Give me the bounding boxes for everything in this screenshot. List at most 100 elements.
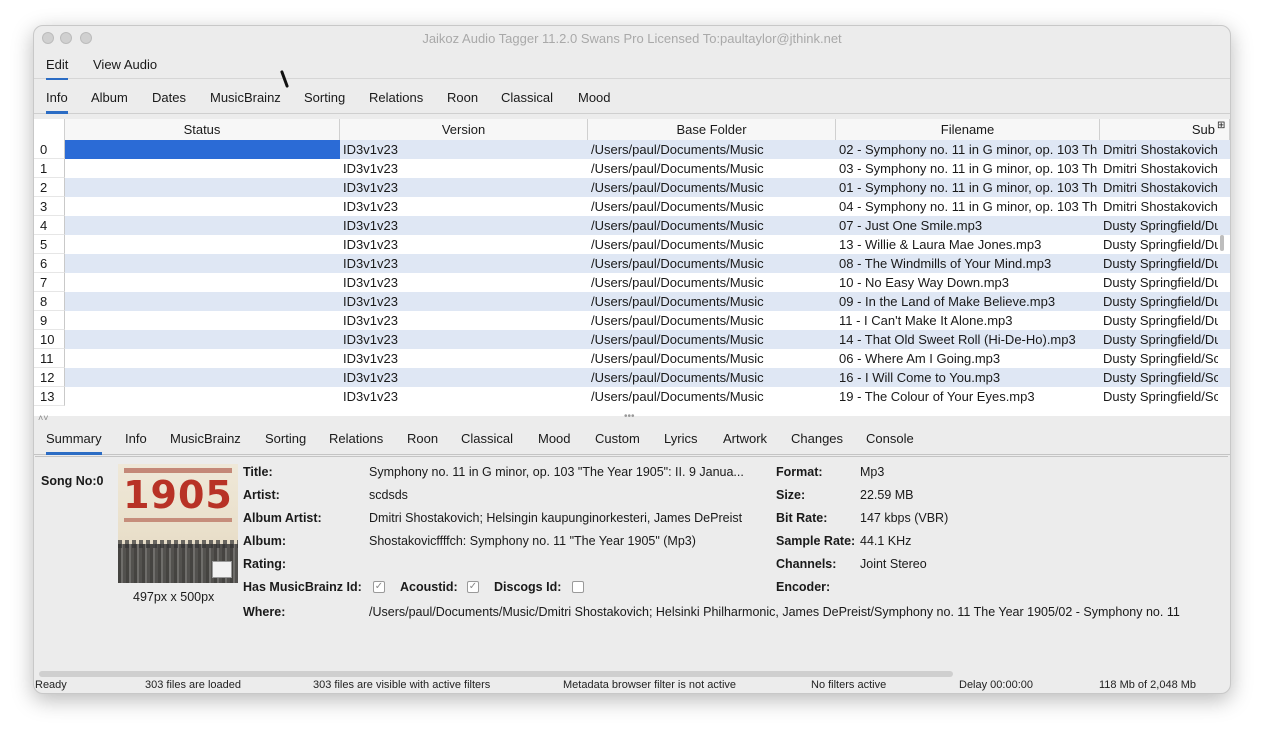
row-number[interactable]: 12 bbox=[34, 368, 65, 387]
row-number[interactable]: 6 bbox=[34, 254, 65, 273]
column-chooser-icon[interactable]: ⊞ bbox=[1217, 120, 1225, 131]
filename-cell[interactable]: 16 - I Will Come to You.mp3 bbox=[836, 368, 1100, 387]
discogs-checkbox[interactable] bbox=[572, 581, 584, 593]
sub-cell[interactable]: Dusty Springfield/Du bbox=[1100, 330, 1218, 349]
sub-cell[interactable]: Dmitri Shostakovich bbox=[1100, 140, 1218, 159]
row-number[interactable]: 13 bbox=[34, 387, 65, 406]
version-cell[interactable]: ID3v1v23 bbox=[340, 159, 588, 178]
column-header-status[interactable]: Status bbox=[65, 119, 340, 140]
status-cell[interactable] bbox=[65, 273, 340, 292]
tab-sorting[interactable]: Sorting bbox=[304, 90, 345, 105]
status-cell[interactable] bbox=[65, 159, 340, 178]
sub-cell[interactable]: Dusty Springfield/Du bbox=[1100, 311, 1218, 330]
version-cell[interactable]: ID3v1v23 bbox=[340, 368, 588, 387]
tab-classical[interactable]: Classical bbox=[501, 90, 553, 105]
tab-detail-console[interactable]: Console bbox=[866, 431, 914, 446]
filename-cell[interactable]: 13 - Willie & Laura Mae Jones.mp3 bbox=[836, 235, 1100, 254]
sub-cell[interactable]: Dusty Springfield/Du bbox=[1100, 254, 1218, 273]
sub-cell[interactable]: Dusty Springfield/Du bbox=[1100, 216, 1218, 235]
vertical-scrollbar[interactable] bbox=[1220, 235, 1224, 251]
table-row[interactable]: 13 ID3v1v23/Users/paul/Documents/Music 19 … bbox=[34, 387, 1230, 406]
status-cell[interactable] bbox=[65, 254, 340, 273]
row-number[interactable]: 3 bbox=[34, 197, 65, 216]
filename-cell[interactable]: 09 - In the Land of Make Believe.mp3 bbox=[836, 292, 1100, 311]
row-number[interactable]: 8 bbox=[34, 292, 65, 311]
version-cell[interactable]: ID3v1v23 bbox=[340, 349, 588, 368]
status-cell[interactable] bbox=[65, 140, 340, 159]
menu-edit[interactable]: Edit bbox=[46, 57, 69, 80]
row-number[interactable]: 11 bbox=[34, 349, 65, 368]
tab-detail-custom[interactable]: Custom bbox=[595, 431, 640, 446]
row-number[interactable]: 10 bbox=[34, 330, 65, 349]
version-cell[interactable]: ID3v1v23 bbox=[340, 178, 588, 197]
has-musicbrainz-checkbox[interactable]: ✓ bbox=[373, 581, 385, 593]
table-row[interactable]: 5 ID3v1v23/Users/paul/Documents/Music 13 -… bbox=[34, 235, 1230, 254]
status-cell[interactable] bbox=[65, 292, 340, 311]
sub-cell[interactable]: Dusty Springfield/Sc bbox=[1100, 387, 1218, 406]
tab-detail-changes[interactable]: Changes bbox=[791, 431, 843, 446]
sub-cell[interactable]: Dusty Springfield/Du bbox=[1100, 235, 1218, 254]
column-header-base-folder[interactable]: Base Folder bbox=[588, 119, 836, 140]
tab-detail-mood[interactable]: Mood bbox=[538, 431, 571, 446]
base-folder-cell[interactable]: /Users/paul/Documents/Music bbox=[588, 387, 836, 406]
pane-splitter[interactable]: ˄˅ ••• bbox=[34, 411, 1230, 424]
sub-cell[interactable]: Dmitri Shostakovich bbox=[1100, 159, 1218, 178]
filename-cell[interactable]: 19 - The Colour of Your Eyes.mp3 bbox=[836, 387, 1100, 406]
table-row[interactable]: 0 ID3v1v23/Users/paul/Documents/Music 02 -… bbox=[34, 140, 1230, 159]
table-row[interactable]: 12 ID3v1v23/Users/paul/Documents/Music 16 … bbox=[34, 368, 1230, 387]
acoustid-checkbox[interactable]: ✓ bbox=[467, 581, 479, 593]
table-row[interactable]: 10 ID3v1v23/Users/paul/Documents/Music 14 … bbox=[34, 330, 1230, 349]
row-number[interactable]: 7 bbox=[34, 273, 65, 292]
row-number[interactable]: 2 bbox=[34, 178, 65, 197]
tab-mood[interactable]: Mood bbox=[578, 90, 611, 105]
filename-cell[interactable]: 04 - Symphony no. 11 in G minor, op. 103… bbox=[836, 197, 1100, 216]
base-folder-cell[interactable]: /Users/paul/Documents/Music bbox=[588, 330, 836, 349]
version-cell[interactable]: ID3v1v23 bbox=[340, 387, 588, 406]
filename-cell[interactable]: 01 - Symphony no. 11 in G minor, op. 103… bbox=[836, 178, 1100, 197]
base-folder-cell[interactable]: /Users/paul/Documents/Music bbox=[588, 254, 836, 273]
base-folder-cell[interactable]: /Users/paul/Documents/Music bbox=[588, 178, 836, 197]
tab-detail-info[interactable]: Info bbox=[125, 431, 147, 446]
table-row[interactable]: 6 ID3v1v23/Users/paul/Documents/Music 08 -… bbox=[34, 254, 1230, 273]
tab-roon[interactable]: Roon bbox=[447, 90, 478, 105]
base-folder-cell[interactable]: /Users/paul/Documents/Music bbox=[588, 292, 836, 311]
status-cell[interactable] bbox=[65, 349, 340, 368]
row-number[interactable]: 0 bbox=[34, 140, 65, 159]
collapse-arrows-icon[interactable]: ˄˅ bbox=[38, 413, 49, 423]
status-cell[interactable] bbox=[65, 330, 340, 349]
filename-cell[interactable]: 14 - That Old Sweet Roll (Hi-De-Ho).mp3 bbox=[836, 330, 1100, 349]
tab-detail-musicbrainz[interactable]: MusicBrainz bbox=[170, 431, 241, 446]
status-cell[interactable] bbox=[65, 197, 340, 216]
tab-detail-lyrics[interactable]: Lyrics bbox=[664, 431, 697, 446]
base-folder-cell[interactable]: /Users/paul/Documents/Music bbox=[588, 349, 836, 368]
album-artwork[interactable]: 1905 bbox=[118, 464, 238, 583]
drag-handle-icon[interactable]: ••• bbox=[624, 411, 635, 422]
filename-cell[interactable]: 02 - Symphony no. 11 in G minor, op. 103… bbox=[836, 140, 1100, 159]
status-cell[interactable] bbox=[65, 387, 340, 406]
tab-relations[interactable]: Relations bbox=[369, 90, 423, 105]
status-cell[interactable] bbox=[65, 235, 340, 254]
row-number[interactable]: 1 bbox=[34, 159, 65, 178]
base-folder-cell[interactable]: /Users/paul/Documents/Music bbox=[588, 368, 836, 387]
tab-detail-roon[interactable]: Roon bbox=[407, 431, 438, 446]
table-row[interactable]: 4 ID3v1v23/Users/paul/Documents/Music 07 -… bbox=[34, 216, 1230, 235]
version-cell[interactable]: ID3v1v23 bbox=[340, 330, 588, 349]
base-folder-cell[interactable]: /Users/paul/Documents/Music bbox=[588, 311, 836, 330]
table-row[interactable]: 7 ID3v1v23/Users/paul/Documents/Music 10 -… bbox=[34, 273, 1230, 292]
sub-cell[interactable]: Dusty Springfield/Sc bbox=[1100, 349, 1218, 368]
filename-cell[interactable]: 11 - I Can't Make It Alone.mp3 bbox=[836, 311, 1100, 330]
sub-cell[interactable]: Dmitri Shostakovich bbox=[1100, 178, 1218, 197]
version-cell[interactable]: ID3v1v23 bbox=[340, 311, 588, 330]
tab-detail-classical[interactable]: Classical bbox=[461, 431, 513, 446]
status-cell[interactable] bbox=[65, 311, 340, 330]
tab-info[interactable]: Info bbox=[46, 90, 68, 114]
summary-horizontal-scrollbar[interactable] bbox=[39, 671, 953, 677]
row-number[interactable]: 5 bbox=[34, 235, 65, 254]
column-header-filename[interactable]: Filename bbox=[836, 119, 1100, 140]
base-folder-cell[interactable]: /Users/paul/Documents/Music bbox=[588, 216, 836, 235]
filename-cell[interactable]: 03 - Symphony no. 11 in G minor, op. 103… bbox=[836, 159, 1100, 178]
tab-detail-relations[interactable]: Relations bbox=[329, 431, 383, 446]
sub-cell[interactable]: Dusty Springfield/Du bbox=[1100, 273, 1218, 292]
tab-detail-artwork[interactable]: Artwork bbox=[723, 431, 767, 446]
version-cell[interactable]: ID3v1v23 bbox=[340, 292, 588, 311]
